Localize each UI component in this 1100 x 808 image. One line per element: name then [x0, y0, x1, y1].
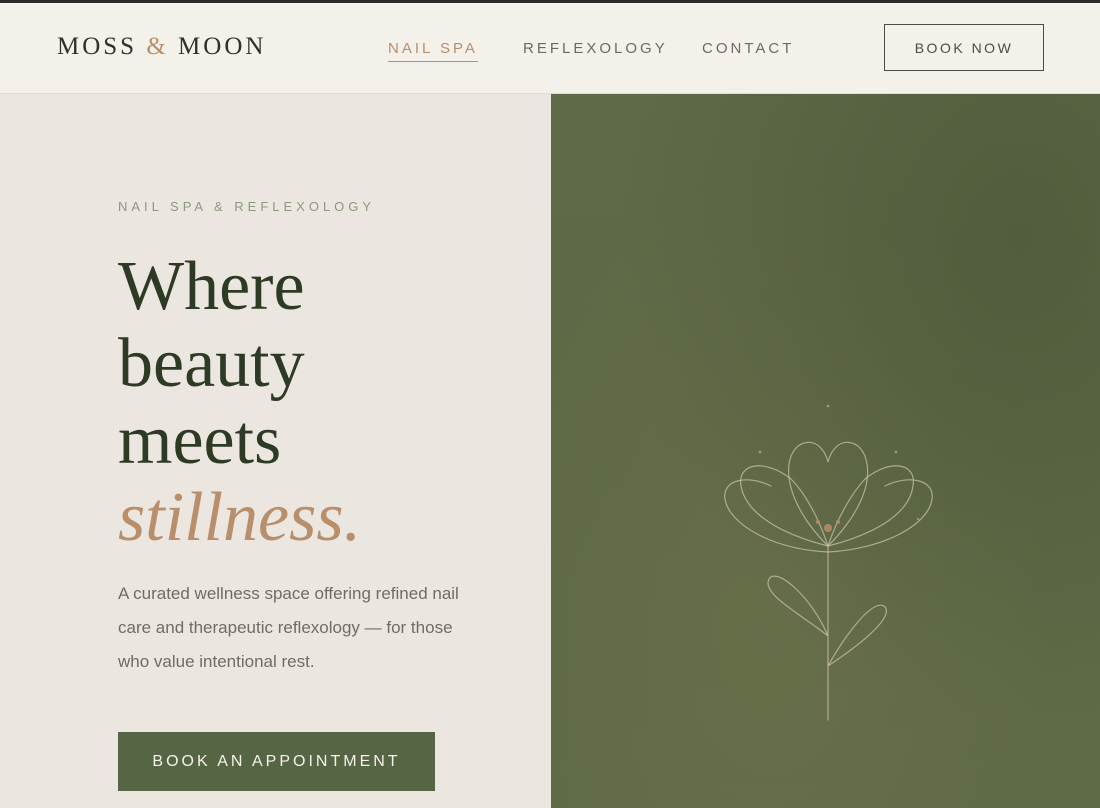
sparkle-dot-3 — [894, 450, 898, 454]
headline-line-2: beauty — [118, 325, 305, 402]
logo-ampersand: & — [146, 33, 169, 60]
nav-link-reflexology[interactable]: REFLEXOLOGY — [523, 41, 668, 56]
logo-word-moon: MOON — [178, 33, 267, 60]
brand-logo[interactable]: MOSS & MOON — [57, 34, 266, 59]
hero-headline: Where beauty meets stillness. — [118, 248, 361, 556]
hero-image-panel — [551, 94, 1100, 808]
sparkle-dot-1 — [826, 404, 830, 408]
book-now-button[interactable]: BOOK NOW — [884, 24, 1044, 71]
hero-description: A curated wellness space offering refine… — [118, 584, 459, 671]
nav-link-nail-spa[interactable]: NAIL SPA — [388, 41, 478, 62]
flower-center-dot — [824, 524, 832, 532]
leaf-left — [767, 575, 829, 637]
headline-accent: stillness. — [118, 479, 362, 556]
hero-text-panel: NAIL SPA & REFLEXOLOGY Where beauty meet… — [0, 94, 551, 808]
site-header: MOSS & MOON NAIL SPA REFLEXOLOGY CONTACT… — [0, 3, 1100, 94]
nav-link-contact[interactable]: CONTACT — [702, 41, 794, 56]
headline-line-1: Where — [118, 248, 305, 325]
book-appointment-button[interactable]: BOOK AN APPOINTMENT — [118, 732, 435, 791]
sparkle-dot-2 — [758, 450, 762, 454]
stamen-dot-2 — [836, 520, 840, 524]
stamen-dot-1 — [816, 520, 820, 524]
line-flower-icon — [724, 404, 933, 721]
logo-word-moss: MOSS — [57, 33, 138, 60]
petal-left-inner — [740, 465, 829, 547]
leaf-right — [827, 604, 887, 667]
sparkle-dot-4 — [916, 517, 920, 521]
headline-line-3: meets — [118, 402, 282, 479]
hero-eyebrow: NAIL SPA & REFLEXOLOGY — [118, 199, 376, 214]
